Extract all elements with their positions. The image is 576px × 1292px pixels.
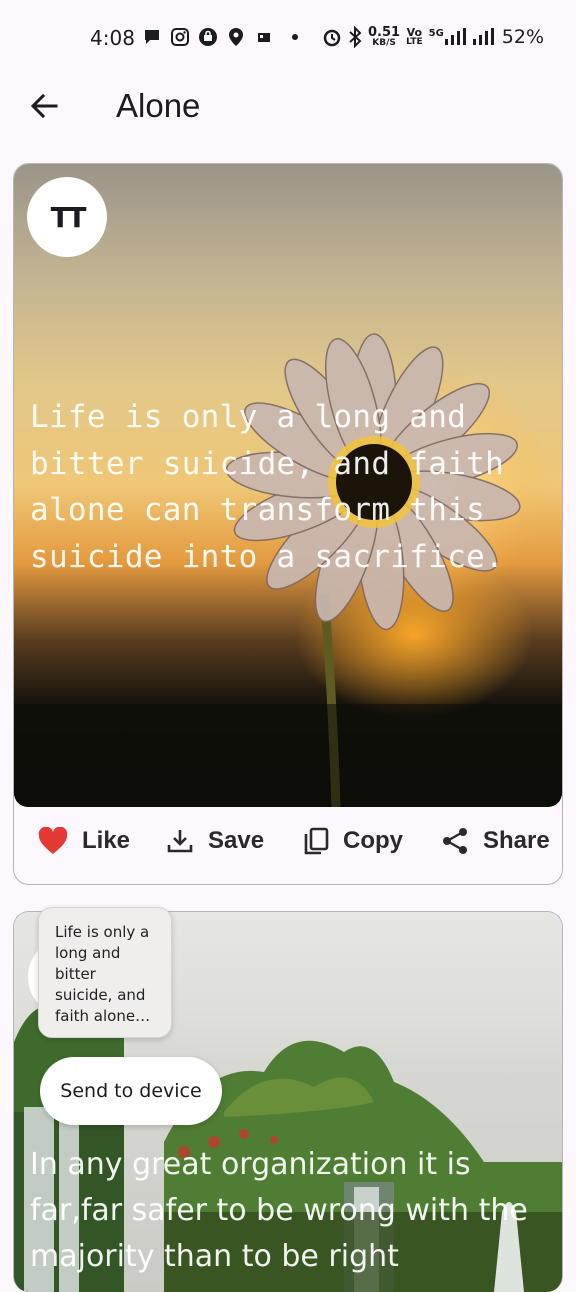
quote-image: TT Life is only a long and bitter suicid… <box>14 164 562 807</box>
clipboard-preview[interactable]: Life is only a long and bitter suicide, … <box>38 907 172 1038</box>
action-row: Like Save Copy Share <box>14 807 562 884</box>
battery-percent: 52% <box>501 26 545 48</box>
instagram-icon <box>170 27 190 47</box>
arrow-back-icon <box>30 93 58 119</box>
heart-icon <box>38 827 68 854</box>
system-icons: 0.51 KB/S Vo LTE 5G 52% <box>322 26 544 48</box>
signal-icon-2 <box>472 28 494 45</box>
quote-card: TT Life is only a long and bitter suicid… <box>13 163 563 885</box>
status-time: 4:08 <box>90 26 135 50</box>
share-icon <box>443 828 467 854</box>
more-notifications-dot <box>292 34 298 40</box>
like-button[interactable]: Like <box>38 827 130 855</box>
signal-icon <box>444 28 466 45</box>
send-to-device-label: Send to device <box>60 1080 202 1102</box>
save-button[interactable]: Save <box>166 827 264 855</box>
bluetooth-icon <box>349 26 362 48</box>
quote-text-2: In any great organization it is far,far … <box>30 1147 528 1274</box>
like-label: Like <box>82 827 131 854</box>
copy-icon <box>304 827 329 855</box>
save-label: Save <box>208 827 265 854</box>
shopping-bag-icon <box>198 27 218 47</box>
status-bar: 4:08 0.51 KB/S Vo LTE 5G 52% <box>0 0 576 78</box>
page-title: Alone <box>116 87 201 124</box>
text-size-button[interactable]: TT <box>27 177 107 257</box>
back-button[interactable] <box>22 84 66 128</box>
download-icon <box>167 830 193 853</box>
quote-text: Life is only a long and bitter suicide, … <box>30 399 505 575</box>
alarm-icon <box>323 29 341 47</box>
text-size-icon: TT <box>50 200 87 234</box>
clipboard-preview-text: Life is only a long and bitter suicide, … <box>55 923 150 1025</box>
share-label: Share <box>483 827 550 854</box>
signal-5g: 5G <box>429 28 466 46</box>
media-icon <box>254 27 274 47</box>
location-icon <box>226 27 246 47</box>
chat-icon <box>142 27 162 47</box>
net-speed: 0.51 KB/S <box>368 25 401 48</box>
copy-label: Copy <box>343 827 403 854</box>
send-to-device-button[interactable]: Send to device <box>40 1057 222 1125</box>
share-button[interactable]: Share <box>441 827 550 855</box>
volte-indicator: Vo LTE <box>406 26 423 47</box>
notification-icons <box>142 27 298 47</box>
copy-button[interactable]: Copy <box>303 827 403 855</box>
app-bar: Alone <box>0 78 576 134</box>
